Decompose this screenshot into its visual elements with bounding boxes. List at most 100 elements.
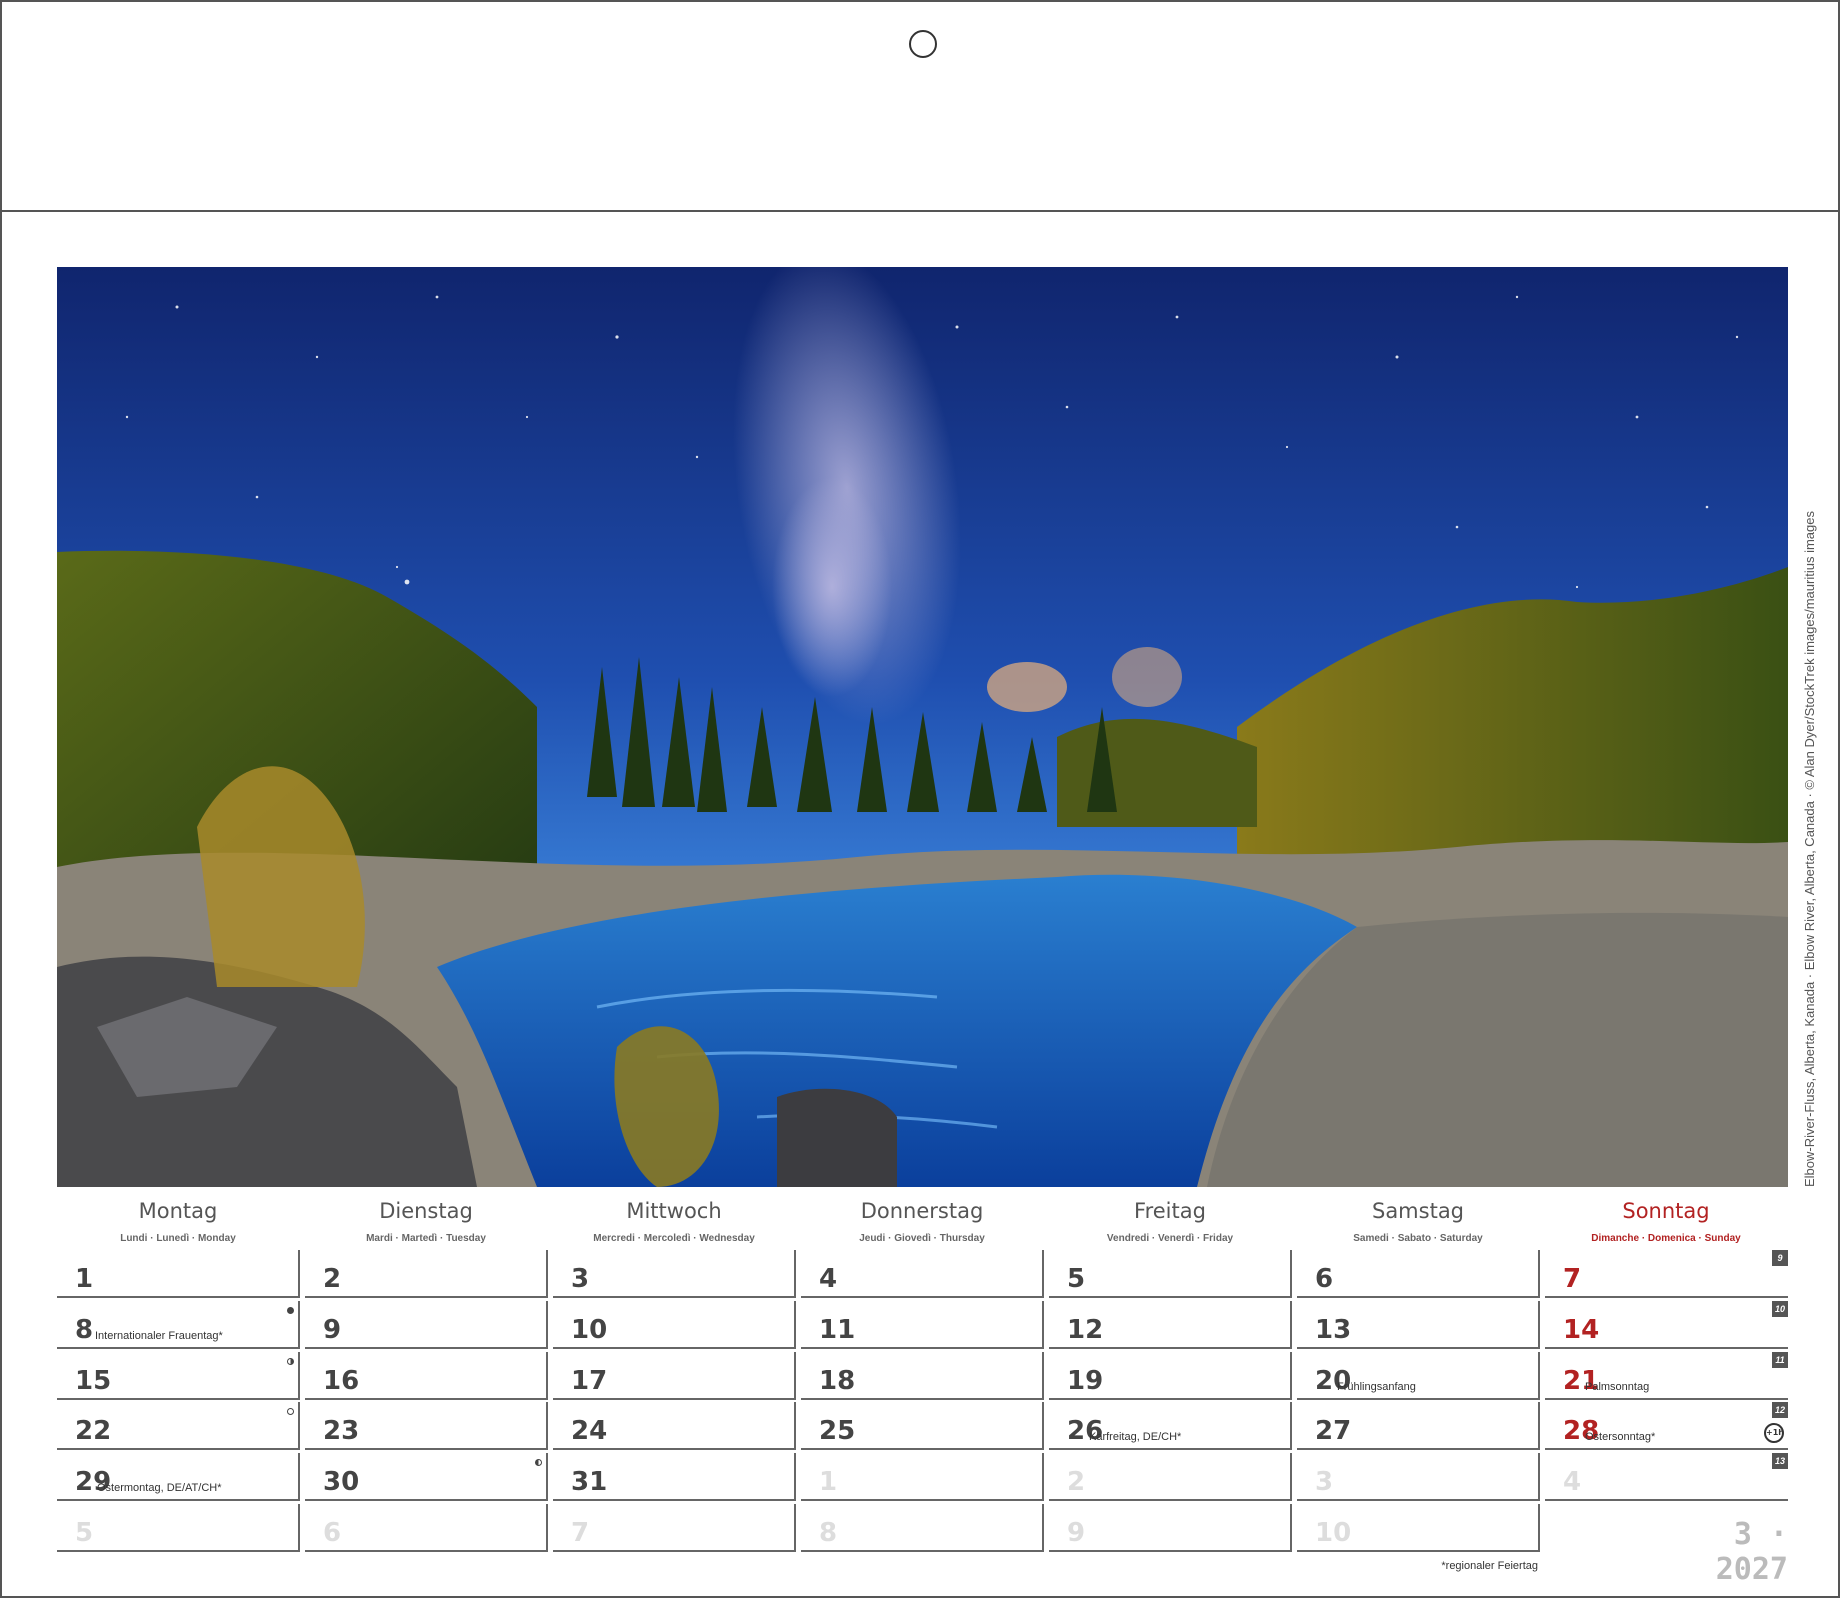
day-cell[interactable]: 2 <box>305 1250 548 1298</box>
day-cell[interactable]: 11 <box>801 1301 1044 1349</box>
weekday-translations: Vendredi · Venerdì · Friday <box>1106 1233 1234 1244</box>
day-number: 2 <box>1067 1467 1086 1497</box>
calendar-week-badge: 11 <box>1772 1352 1788 1368</box>
day-cell[interactable]: 2 <box>1049 1453 1292 1501</box>
weekday-name: Donnerstag <box>860 1199 984 1223</box>
day-cell[interactable]: 1 <box>801 1453 1044 1501</box>
day-cell[interactable]: 27 <box>1297 1402 1540 1450</box>
last-moon-icon <box>535 1459 542 1466</box>
landscape-photo <box>57 267 1788 1187</box>
day-number: 5 <box>75 1518 94 1548</box>
regional-holiday-footnote: *regionaler Feiertag <box>1441 1560 1538 1572</box>
day-cell[interactable]: 5 <box>57 1504 300 1552</box>
day-cell[interactable]: 9 <box>1049 1504 1292 1552</box>
day-cell[interactable]: 6 <box>305 1504 548 1552</box>
day-cell[interactable]: 3 <box>553 1250 796 1298</box>
first-moon-icon <box>287 1358 294 1365</box>
day-cell[interactable]: 8 <box>801 1504 1044 1552</box>
weekday-name: Mittwoch <box>626 1199 722 1223</box>
full-moon-icon <box>287 1408 294 1415</box>
day-cell[interactable]: 15 <box>57 1352 300 1400</box>
weekday-translations: Mardi · Martedì · Tuesday <box>366 1233 486 1244</box>
weekday-5: Freitag Vendredi · Venerdì · Friday <box>1050 1199 1290 1244</box>
weekday-3: Mittwoch Mercredi · Mercoledì · Wednesday <box>554 1199 794 1244</box>
day-number: 10 <box>1315 1518 1352 1548</box>
weekday-translations: Dimanche · Domenica · Sunday <box>1591 1233 1741 1244</box>
day-cell[interactable]: 30 <box>305 1453 548 1501</box>
day-number: 14 <box>1563 1315 1600 1345</box>
day-cell[interactable]: 18 <box>801 1352 1044 1400</box>
day-number: 1 <box>75 1264 94 1294</box>
day-number: 9 <box>323 1315 342 1345</box>
day-cell[interactable]: 23 <box>305 1402 548 1450</box>
calendar-week-badge: 12 <box>1772 1402 1788 1418</box>
day-cell[interactable]: 22 <box>57 1402 300 1450</box>
day-number: 15 <box>75 1366 112 1396</box>
weekday-4: Donnerstag Jeudi · Giovedì · Thursday <box>802 1199 1042 1244</box>
hanger-strip <box>2 2 1838 212</box>
day-cell[interactable]: 29 Ostermontag, DE/AT/CH* <box>57 1453 300 1501</box>
day-cell[interactable]: 25 <box>801 1402 1044 1450</box>
day-cell[interactable]: 1 <box>57 1250 300 1298</box>
day-cell[interactable]: 4 <box>801 1250 1044 1298</box>
new-moon-icon <box>287 1307 294 1314</box>
day-cell[interactable]: 8 Internationaler Frauentag* <box>57 1301 300 1349</box>
day-cell[interactable]: 17 <box>553 1352 796 1400</box>
day-cell[interactable]: 12 <box>1049 1301 1292 1349</box>
month-year-label: 3 · 2027 <box>1715 1517 1788 1587</box>
day-number: 1 <box>819 1467 838 1497</box>
day-number: 2 <box>323 1264 342 1294</box>
photo-illustration <box>57 267 1788 1187</box>
day-number: 13 <box>1315 1315 1352 1345</box>
day-cell[interactable]: 9 <box>305 1301 548 1349</box>
day-number: 6 <box>1315 1264 1334 1294</box>
day-number: 24 <box>571 1416 608 1446</box>
weekday-1: Montag Lundi · Lunedì · Monday <box>58 1199 298 1244</box>
day-number: 4 <box>1563 1467 1582 1497</box>
day-note: Internationaler Frauentag* <box>95 1330 223 1342</box>
day-number: 9 <box>1067 1518 1086 1548</box>
day-number: 12 <box>1067 1315 1104 1345</box>
day-number: 27 <box>1315 1416 1352 1446</box>
day-cell[interactable]: 7 <box>553 1504 796 1552</box>
calendar-week-badge: 10 <box>1772 1301 1788 1317</box>
day-cell[interactable]: 3 <box>1297 1453 1540 1501</box>
day-number: 10 <box>571 1315 608 1345</box>
day-cell[interactable]: 4 13 <box>1545 1453 1788 1501</box>
day-cell[interactable]: 20 Frühlingsanfang <box>1297 1352 1540 1400</box>
weekday-7: Sonntag Dimanche · Domenica · Sunday <box>1546 1199 1786 1244</box>
day-number: 30 <box>323 1467 360 1497</box>
weekday-2: Dienstag Mardi · Martedì · Tuesday <box>306 1199 546 1244</box>
day-cell[interactable]: 14 10 <box>1545 1301 1788 1349</box>
day-cell[interactable]: 10 <box>1297 1504 1540 1552</box>
weekday-translations: Samedi · Sabato · Saturday <box>1353 1233 1483 1244</box>
weekday-name: Freitag <box>1134 1199 1206 1223</box>
weekday-translations: Lundi · Lunedì · Monday <box>120 1233 236 1244</box>
day-cell[interactable]: 24 <box>553 1402 796 1450</box>
day-number: 8 <box>819 1518 838 1548</box>
day-cell[interactable]: 10 <box>553 1301 796 1349</box>
day-number: 23 <box>323 1416 360 1446</box>
day-number: 6 <box>323 1518 342 1548</box>
day-number: 5 <box>1067 1264 1086 1294</box>
weekday-name: Sonntag <box>1622 1199 1710 1223</box>
hanging-hole <box>909 30 937 58</box>
day-cell[interactable]: 6 <box>1297 1250 1540 1298</box>
calendar-week-badge: 13 <box>1772 1453 1788 1469</box>
day-number: 3 <box>571 1264 590 1294</box>
day-cell[interactable]: 28 Ostersonntag* 12 +1h <box>1545 1402 1788 1450</box>
day-number: 22 <box>75 1416 112 1446</box>
day-cell[interactable]: 31 <box>553 1453 796 1501</box>
day-cell[interactable]: 26 Karfreitag, DE/CH* <box>1049 1402 1292 1450</box>
day-number: 3 <box>1315 1467 1334 1497</box>
day-cell[interactable]: 5 <box>1049 1250 1292 1298</box>
day-number: 17 <box>571 1366 608 1396</box>
day-cell[interactable]: 21 Palmsonntag 11 <box>1545 1352 1788 1400</box>
day-number: 25 <box>819 1416 856 1446</box>
day-note: Palmsonntag <box>1585 1381 1650 1393</box>
day-cell[interactable]: 13 <box>1297 1301 1540 1349</box>
day-cell[interactable]: 79 <box>1545 1250 1788 1298</box>
day-cell[interactable]: 16 <box>305 1352 548 1400</box>
calendar-page: Elbow-River-Fluss, Alberta, Kanada · Elb… <box>0 0 1840 1598</box>
day-cell[interactable]: 19 <box>1049 1352 1292 1400</box>
